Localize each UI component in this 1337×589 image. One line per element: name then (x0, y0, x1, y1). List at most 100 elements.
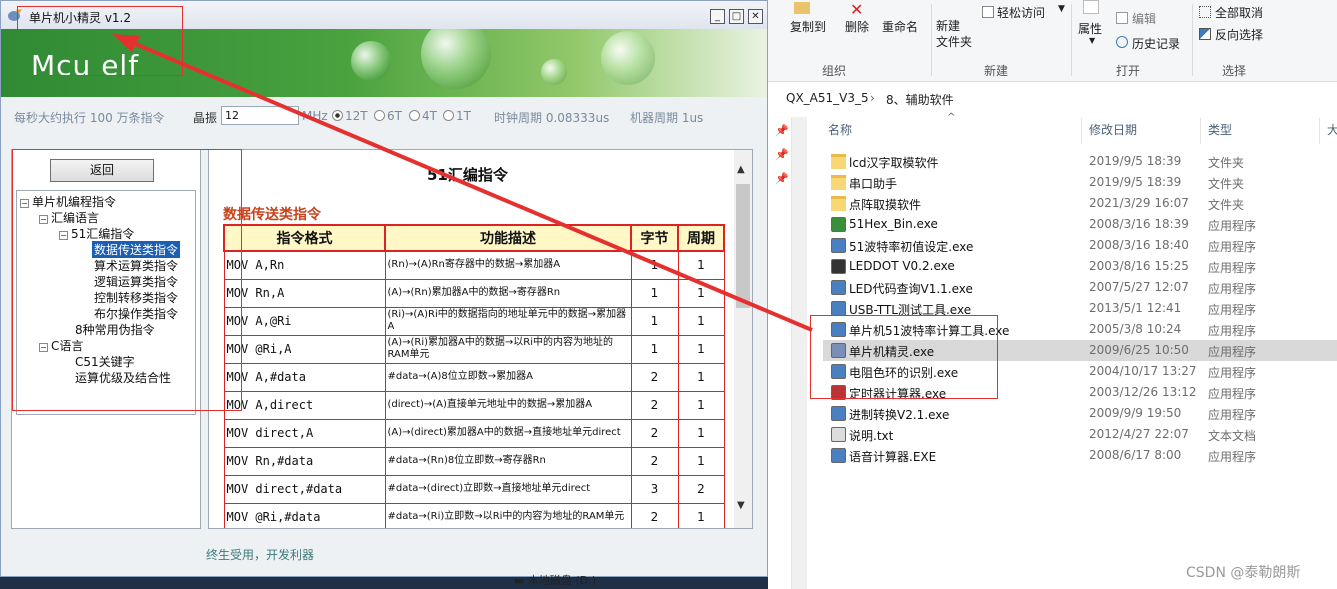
column-header-date[interactable]: 修改日期 (1089, 121, 1137, 141)
cycle-count: 1 (677, 250, 725, 280)
crystal-input[interactable]: 12 (221, 106, 299, 125)
radio-icon (374, 110, 385, 121)
column-header-size[interactable]: 大 (1327, 121, 1337, 141)
file-row[interactable]: lcd汉字取模软件 2019/9/5 18:39 文件夹 (823, 151, 1337, 172)
ribbon-divider (931, 4, 932, 76)
navigation-scrollbar[interactable] (791, 117, 807, 589)
file-name: lcd汉字取模软件 (849, 156, 939, 170)
address-bar[interactable]: QX_A51_V3_5 › 8、辅助软件 (772, 87, 1337, 111)
mode-radio-1t[interactable]: 1T (443, 109, 471, 123)
file-name: 51Hex_Bin.exe (849, 217, 938, 231)
column-divider[interactable] (1200, 118, 1201, 144)
instruction-format: MOV Rn,A (223, 278, 386, 308)
cycle-count: 1 (677, 418, 725, 448)
file-row[interactable]: LEDDOT V0.2.exe 2003/8/16 15:25 应用程序 (823, 256, 1337, 277)
file-name: 语音计算器.EXE (849, 450, 937, 464)
delete-button[interactable]: 删除 (845, 18, 869, 35)
column-divider[interactable] (1319, 118, 1320, 144)
byte-count: 1 (630, 306, 679, 336)
new-folder-button[interactable]: 新建 文件夹 (936, 18, 972, 50)
breadcrumb-item[interactable]: 8、辅助软件 (886, 91, 954, 108)
file-type: 文件夹 (1208, 198, 1245, 212)
breadcrumb-item[interactable]: QX_A51_V3_5 (786, 91, 869, 105)
chevron-down-icon[interactable]: ▼ (1058, 4, 1065, 14)
pin-icon[interactable]: 📌 (775, 172, 789, 185)
status-text: 终生受用，开发利器 (206, 548, 315, 562)
file-type: 应用程序 (1208, 261, 1257, 275)
status-bar: 终生受用，开发利器 (1, 537, 767, 577)
file-row[interactable]: 语音计算器.EXE 2008/6/17 8:00 应用程序 (823, 445, 1337, 466)
byte-count: 3 (630, 474, 679, 504)
byte-count: 1 (630, 250, 679, 280)
select-none-button[interactable]: 全部取消 (1215, 4, 1263, 21)
instruction-format: MOV @Ri,A (223, 334, 386, 364)
app-icon (831, 448, 846, 463)
instruction-description: #data→(Rn)8位立即数→寄存器Rn (384, 446, 632, 476)
file-row[interactable]: 串口助手 2019/9/5 18:39 文件夹 (823, 172, 1337, 193)
file-date: 2008/3/16 18:39 (1089, 217, 1189, 231)
bubble-decoration (601, 31, 655, 85)
file-type: 应用程序 (1208, 366, 1257, 380)
instruction-description: (A)→(Rn)累加器A中的数据→寄存器Rn (384, 278, 632, 308)
chevron-down-icon[interactable]: ▼ (1089, 36, 1095, 45)
scroll-down-icon[interactable]: ▼ (737, 500, 745, 511)
instruction-description: (direct)→(A)直接单元地址中的数据→累加器A (384, 390, 632, 420)
mode-radio-6t[interactable]: 6T (374, 109, 402, 123)
cycle-count: 2 (677, 474, 725, 504)
edit-button[interactable]: 编辑 (1132, 10, 1156, 27)
ribbon-group-new: 新建 (984, 64, 1009, 78)
file-name: 点阵取摸软件 (849, 198, 922, 212)
content-scrollbar[interactable]: ▲ ▼ (734, 150, 752, 528)
file-date: 2008/6/17 8:00 (1089, 448, 1182, 462)
rename-button[interactable]: 重命名 (882, 18, 918, 35)
file-row[interactable]: 点阵取摸软件 2021/3/29 16:07 文件夹 (823, 193, 1337, 214)
maximize-button[interactable]: □ (729, 9, 744, 24)
mcu-elf-window: 单片机小精灵 v1.2 _ □ ✕ Mcu elf 每秒大约执行 100 万条指… (0, 0, 768, 577)
file-type: 应用程序 (1208, 450, 1257, 464)
cycle-count: 1 (677, 306, 725, 336)
ribbon-divider (1192, 4, 1193, 76)
file-row[interactable]: 51Hex_Bin.exe 2008/3/16 18:39 应用程序 (823, 214, 1337, 235)
file-row[interactable]: LED代码查询V1.1.exe 2007/5/27 12:07 应用程序 (823, 277, 1337, 298)
file-type: 应用程序 (1208, 408, 1257, 422)
file-row[interactable]: 51波特率初值设定.exe 2008/3/16 18:40 应用程序 (823, 235, 1337, 256)
history-icon (1116, 36, 1128, 48)
instruction-description: (Rn)→(A)Rn寄存器中的数据→累加器A (384, 250, 632, 280)
grid-icon (831, 259, 846, 274)
file-date: 2009/9/9 19:50 (1089, 406, 1182, 420)
copy-to-button[interactable]: 复制到 (790, 18, 826, 35)
file-row[interactable]: 进制转换V2.1.exe 2009/9/9 19:50 应用程序 (823, 403, 1337, 424)
pin-icon[interactable]: 📌 (775, 148, 789, 161)
column-header: 周期 (677, 224, 725, 252)
pin-icon[interactable]: 📌 (775, 124, 789, 137)
table-row: MOV A,Rn (Rn)→(A)Rn寄存器中的数据→累加器A 1 1 (223, 250, 725, 280)
cycle-count: 1 (677, 390, 725, 420)
instruction-description: (A)→(Ri)累加器A中的数据→以Ri中的内容为地址的RAM单元 (384, 334, 632, 364)
table-row: MOV direct,#data #data→(direct)立即数→直接地址单元… (223, 474, 725, 504)
table-row: MOV Rn,#data #data→(Rn)8位立即数→寄存器Rn 2 1 (223, 446, 725, 476)
instruction-format: MOV A,#data (223, 362, 386, 392)
column-header-name[interactable]: 名称 (828, 121, 852, 141)
history-button[interactable]: 历史记录 (1132, 35, 1180, 52)
scroll-thumb[interactable] (736, 184, 750, 308)
column-header-type[interactable]: 类型 (1208, 121, 1232, 141)
instruction-format: MOV Rn,#data (223, 446, 386, 476)
minimize-button[interactable]: _ (710, 9, 725, 24)
highlight-box (12, 149, 242, 411)
easy-access-button[interactable]: 轻松访问 (997, 4, 1045, 21)
info-bar: 每秒大约执行 100 万条指令 晶振 12 MHz 12T 6T 4T 1T 时… (1, 97, 767, 141)
properties-button[interactable]: 属性 (1078, 20, 1102, 37)
file-type: 应用程序 (1208, 282, 1257, 296)
scroll-up-icon[interactable]: ▲ (737, 164, 745, 175)
table-header-row: 指令格式 功能描述 字节 周期 (223, 224, 725, 252)
drive-label[interactable]: ▬ 本地磁盘 (D:) (514, 572, 596, 588)
byte-count: 2 (630, 502, 679, 528)
invert-selection-button[interactable]: 反向选择 (1215, 26, 1263, 43)
mode-radio-12t[interactable]: 12T (332, 109, 368, 123)
instruction-description: #data→(A)8位立即数→累加器A (384, 362, 632, 392)
ribbon-group-select: 选择 (1222, 64, 1247, 78)
file-row[interactable]: 说明.txt 2012/4/27 22:07 文本文档 (823, 424, 1337, 445)
mode-radio-4t[interactable]: 4T (409, 109, 437, 123)
column-divider[interactable] (1081, 118, 1082, 144)
close-button[interactable]: ✕ (748, 9, 763, 24)
